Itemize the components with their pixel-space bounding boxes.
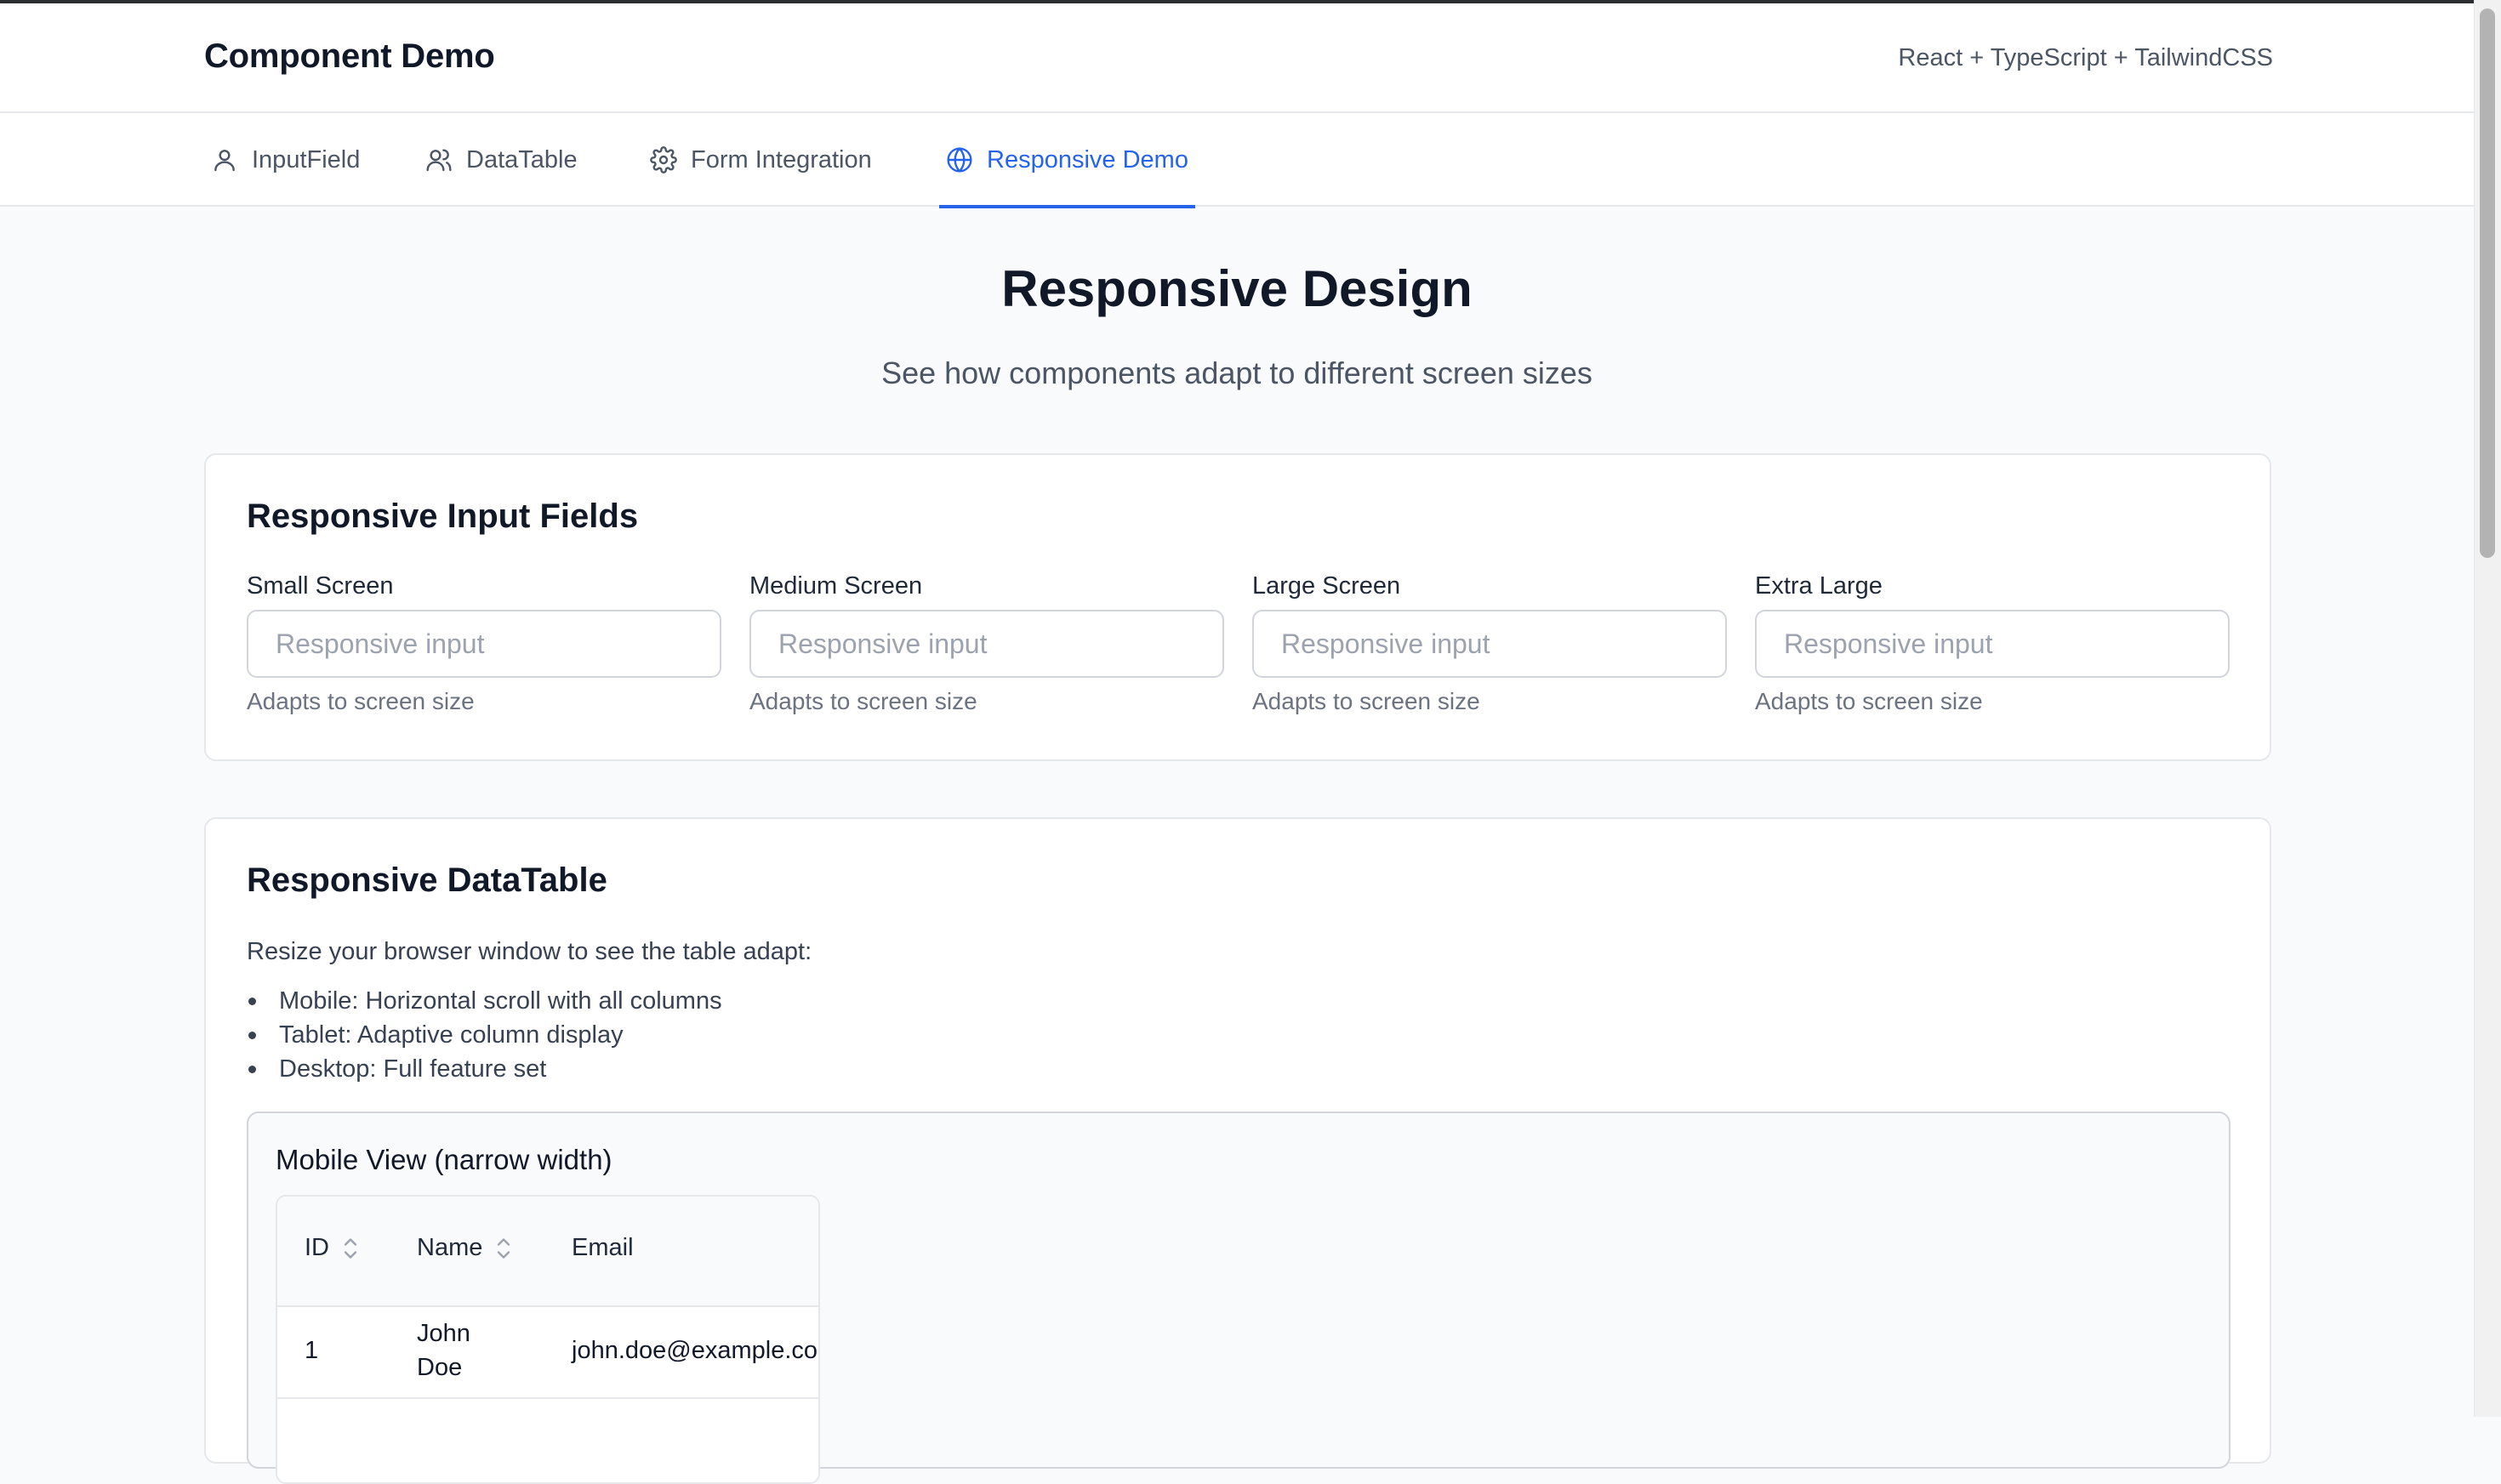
feature-list: Mobile: Horizontal scroll with all colum…	[247, 984, 722, 1086]
input-field-medium: Medium Screen Adapts to screen size	[749, 572, 1224, 715]
table-description: Resize your browser window to see the ta…	[247, 938, 812, 965]
scrollbar-thumb[interactable]	[2480, 9, 2495, 558]
tab-form-integration[interactable]: Form Integration	[650, 113, 872, 207]
tab-label: InputField	[252, 145, 361, 173]
card-title: Responsive Input Fields	[247, 498, 639, 535]
field-help-text: Adapts to screen size	[1755, 688, 1983, 714]
tab-label: DataTable	[466, 145, 578, 173]
card-title: Responsive DataTable	[247, 861, 607, 899]
column-header-name[interactable]: Name	[417, 1234, 513, 1262]
large-screen-input[interactable]	[1252, 610, 1727, 678]
cell-name-first: John	[417, 1320, 470, 1347]
input-field-small: Small Screen Adapts to screen size	[247, 572, 721, 715]
table-header-row: ID Name Email	[277, 1197, 818, 1307]
small-screen-input[interactable]	[247, 610, 721, 678]
field-label: Large Screen	[1252, 572, 1401, 600]
app-header: Component Demo React + TypeScript + Tail…	[0, 3, 2474, 113]
mobile-view-title: Mobile View (narrow width)	[276, 1144, 612, 1175]
list-item: Desktop: Full feature set	[247, 1052, 722, 1086]
cell-id: 1	[305, 1337, 319, 1364]
field-label: Small Screen	[247, 572, 394, 600]
column-header-label: Email	[572, 1234, 634, 1261]
column-header-label: Name	[417, 1234, 483, 1261]
extra-large-screen-input[interactable]	[1755, 610, 2230, 678]
tab-inputfield[interactable]: InputField	[211, 113, 360, 207]
globe-icon	[947, 147, 972, 173]
tab-datatable[interactable]: DataTable	[425, 113, 578, 207]
input-field-large: Large Screen Adapts to screen size	[1252, 572, 1727, 715]
app-title: Component Demo	[204, 37, 495, 75]
input-field-extra-large: Extra Large Adapts to screen size	[1755, 572, 2230, 715]
column-header-email: Email	[572, 1234, 634, 1262]
sort-icon	[498, 1237, 510, 1259]
gear-icon	[650, 146, 677, 173]
tab-bar: InputField DataTable Form Integration Re…	[0, 113, 2474, 208]
responsive-inputs-card: Responsive Input Fields Small Screen Ada…	[204, 453, 2271, 761]
column-header-id[interactable]: ID	[305, 1234, 360, 1262]
medium-screen-input[interactable]	[749, 610, 1224, 678]
list-item: Mobile: Horizontal scroll with all colum…	[247, 984, 722, 1018]
page-scrollbar[interactable]	[2474, 0, 2501, 1417]
list-item: Tablet: Adaptive column display	[247, 1018, 722, 1052]
mobile-view-container: Mobile View (narrow width) ID Name Email	[247, 1112, 2230, 1484]
tab-label: Responsive Demo	[987, 145, 1188, 173]
field-help-text: Adapts to screen size	[1252, 688, 1480, 714]
cell-email: john.doe@example.com	[572, 1337, 820, 1364]
field-help-text: Adapts to screen size	[749, 688, 977, 714]
field-label: Medium Screen	[749, 572, 923, 600]
page-subtitle: See how components adapt to different sc…	[881, 355, 1592, 390]
page-title: Responsive Design	[1001, 260, 1473, 317]
sort-icon	[344, 1237, 357, 1259]
field-help-text: Adapts to screen size	[247, 688, 475, 714]
users-icon	[426, 149, 452, 172]
column-header-label: ID	[305, 1234, 329, 1261]
tech-stack-label: React + TypeScript + TailwindCSS	[1898, 44, 2273, 71]
mobile-data-table[interactable]: ID Name Email 1 John Doe john.doe@exampl…	[276, 1195, 820, 1484]
tab-label: Form Integration	[691, 145, 872, 173]
field-label: Extra Large	[1755, 572, 1883, 600]
tab-responsive-demo[interactable]: Responsive Demo	[939, 113, 1195, 208]
responsive-datatable-card: Responsive DataTable Resize your browser…	[204, 817, 2271, 1484]
cell-name-last: Doe	[417, 1354, 463, 1381]
user-icon	[214, 150, 235, 172]
row-divider	[277, 1397, 818, 1399]
